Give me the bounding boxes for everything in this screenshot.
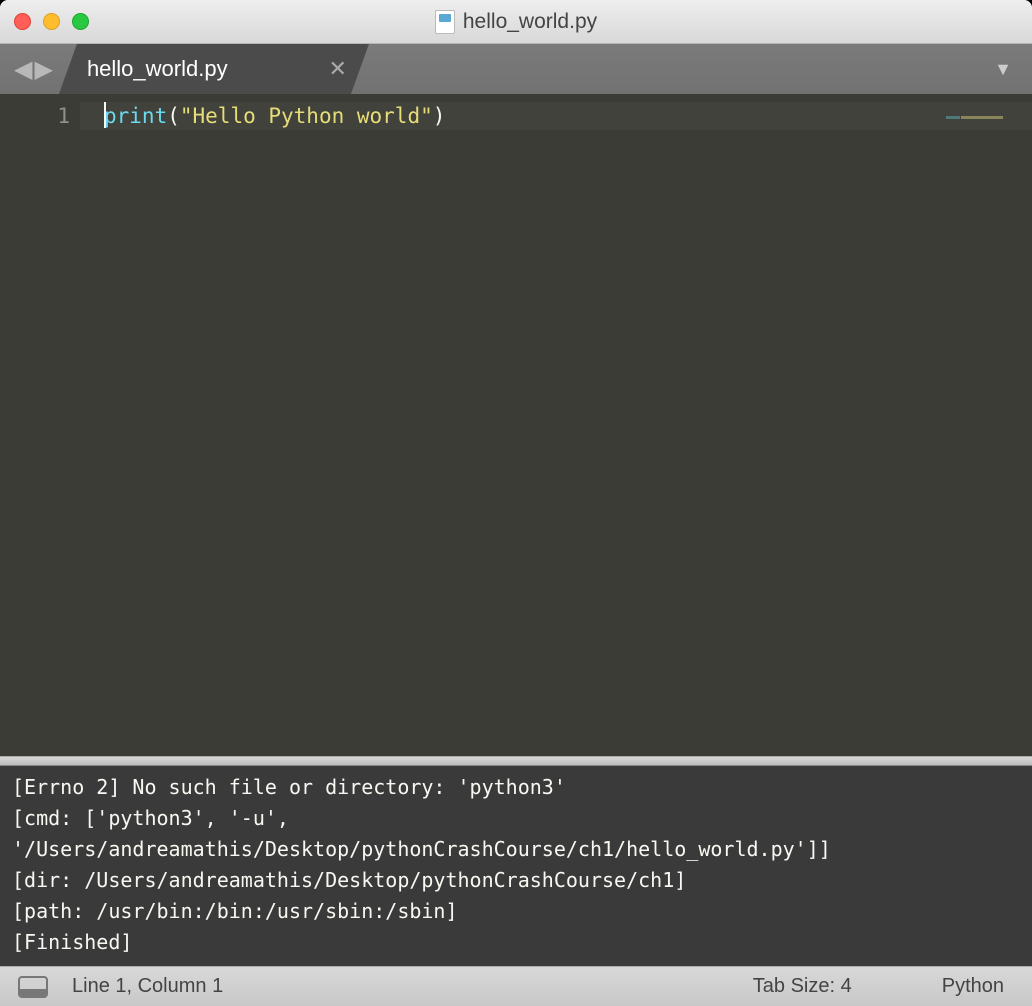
minimap[interactable] [946,100,1026,110]
tab-size-selector[interactable]: Tab Size: 4 [753,975,852,998]
output-line: [Finished] [12,930,132,954]
window-title-text: hello_world.py [463,10,597,34]
minimap-segment [946,116,960,119]
line-number: 1 [0,102,70,130]
close-tab-icon[interactable]: ✕ [329,56,347,82]
minimize-window-button[interactable] [43,13,60,30]
cursor-position[interactable]: Line 1, Column 1 [72,975,753,998]
tab-title: hello_world.py [87,56,299,82]
back-arrow-icon[interactable]: ◀ [14,55,32,84]
maximize-window-button[interactable] [72,13,89,30]
language-selector[interactable]: Python [942,975,1004,998]
code-area[interactable]: print("Hello Python world") [80,94,1032,756]
editor-window: hello_world.py ◀ ▶ hello_world.py ✕ ▼ 1 … [0,0,1032,1006]
output-line: [cmd: ['python3', '-u', '/Users/andreama… [12,806,831,861]
output-line: [Errno 2] No such file or directory: 'py… [12,775,566,799]
minimap-segment [961,116,1003,119]
text-cursor [104,102,106,128]
build-output-panel[interactable]: [Errno 2] No such file or directory: 'py… [0,766,1032,966]
active-line-highlight [80,102,1032,130]
tab-bar: ◀ ▶ hello_world.py ✕ ▼ [0,44,1032,94]
window-title: hello_world.py [0,10,1032,34]
toggle-panel-icon[interactable] [18,976,48,998]
titlebar: hello_world.py [0,0,1032,44]
forward-arrow-icon[interactable]: ▶ [34,55,52,84]
output-line: [path: /usr/bin:/bin:/usr/sbin:/sbin] [12,899,458,923]
file-icon [435,10,455,34]
code-editor[interactable]: 1 print("Hello Python world") [0,94,1032,756]
close-window-button[interactable] [14,13,31,30]
tab-dropdown[interactable]: ▼ [994,44,1032,94]
line-gutter: 1 [0,94,80,756]
panel-divider[interactable] [0,756,1032,766]
chevron-down-icon: ▼ [994,59,1012,80]
nav-arrows: ◀ ▶ [0,44,67,94]
file-tab[interactable]: hello_world.py ✕ [59,44,369,94]
output-line: [dir: /Users/andreamathis/Desktop/python… [12,868,686,892]
window-controls [0,13,89,30]
status-bar: Line 1, Column 1 Tab Size: 4 Python [0,966,1032,1006]
